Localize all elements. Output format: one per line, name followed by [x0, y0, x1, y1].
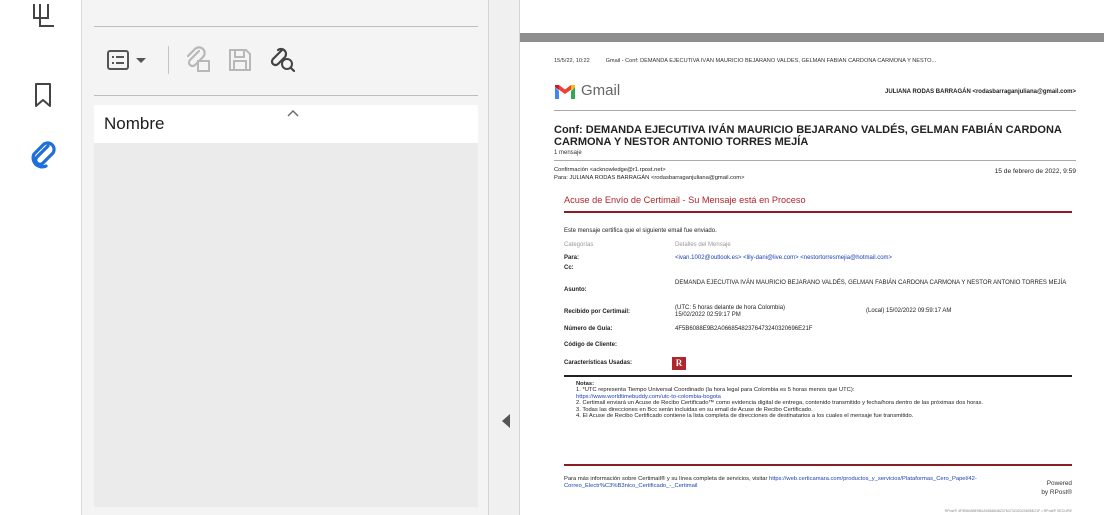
recibido-label: Recibido por Certimail: — [564, 309, 631, 315]
registered-badge: R — [672, 357, 686, 370]
footer-info: Para más información sobre Certimail® y … — [564, 476, 769, 482]
asunto-label: Asunto: — [564, 287, 587, 293]
divider — [94, 26, 478, 27]
save-attachment-button[interactable] — [221, 41, 259, 79]
recibido-utc-note: (UTC: 5 horas delante de hora Colombia) — [675, 305, 786, 311]
search-attachment-icon — [270, 47, 296, 73]
footer-text: Para más información sobre Certimail® y … — [564, 476, 1004, 490]
print-title: Gmail - Conf: DEMANDA EJECUTIVA IVÁN MAU… — [605, 58, 937, 64]
page-separator — [520, 33, 1104, 42]
guia-label: Número de Guía: — [564, 326, 613, 332]
email-to: Para: JULIANA RODAS BARRAGÁN <rodasbarra… — [554, 175, 745, 181]
divider — [564, 464, 1072, 466]
open-attachment-button[interactable] — [179, 41, 217, 79]
navigation-rail — [0, 0, 82, 515]
col-details: Detalles del Mensaje — [675, 242, 731, 248]
sort-ascending-icon[interactable] — [286, 108, 300, 118]
gmail-logo-icon — [555, 85, 575, 99]
attachments-list: Nombre — [94, 105, 478, 507]
paperclip-icon[interactable] — [26, 138, 60, 172]
page-footer-url: RPost® 4F5B6088E9B2A06685482376473240320… — [944, 509, 1072, 513]
attachments-toolbar — [104, 40, 301, 80]
divider — [554, 160, 1076, 161]
divider — [554, 110, 1076, 111]
para-value[interactable]: <ivan.1002@outlook.es> <lily-dani@live.c… — [675, 255, 1070, 262]
divider — [94, 95, 478, 96]
message-count: 1 mensaje — [554, 150, 582, 156]
save-attachment-icon — [229, 49, 251, 71]
divider — [564, 211, 1072, 213]
powered-by: Powered by RPost® — [1041, 479, 1072, 497]
pdf-page: 15/5/22, 10:22 Gmail - Conf: DEMANDA EJE… — [554, 52, 1076, 515]
gmail-header: Gmail JULIANA RODAS BARRAGÁN <rodasbarra… — [554, 82, 1076, 102]
column-label: Nombre — [104, 114, 165, 133]
col-categories: Categorías — [564, 242, 594, 248]
document-viewer[interactable]: 15/5/22, 10:22 Gmail - Conf: DEMANDA EJE… — [520, 0, 1104, 515]
toolbar-divider — [168, 46, 169, 74]
notes-section: Notas: 1. *UTC representa Tiempo Univers… — [576, 381, 1070, 419]
options-menu-icon — [107, 50, 146, 70]
email-date: 15 de febrero de 2022, 9:59 — [994, 168, 1076, 175]
para-label: Para: — [564, 255, 580, 261]
column-header-name[interactable]: Nombre — [94, 105, 478, 143]
collapse-panel-icon[interactable] — [500, 413, 512, 429]
note-4: 4. El Acuse de Recibo Certificado contie… — [576, 413, 914, 420]
divider — [564, 375, 1072, 377]
bookmark-icon[interactable] — [26, 78, 60, 112]
gmail-user: JULIANA RODAS BARRAGÁN <rodasbarraganjul… — [885, 89, 1076, 95]
cc-label: Cc: — [564, 265, 574, 271]
options-menu-button[interactable] — [104, 41, 158, 79]
acuse-title: Acuse de Envío de Certimail - Su Mensaje… — [564, 195, 806, 205]
recibido-utc-time: 15/02/2022 02:59:17 PM — [675, 312, 741, 318]
powered-line-2: by RPost® — [1041, 489, 1072, 496]
print-header: 15/5/22, 10:22 Gmail - Conf: DEMANDA EJE… — [554, 58, 1076, 64]
email-subject: Conf: DEMANDA EJECUTIVA IVÁN MAURICIO BE… — [554, 124, 1062, 148]
print-date: 15/5/22, 10:22 — [554, 58, 590, 64]
panel-splitter[interactable] — [488, 0, 520, 515]
caracteristicas-label: Características Usadas: — [564, 360, 633, 366]
cliente-label: Código de Cliente: — [564, 342, 617, 348]
gmail-wordmark: Gmail — [581, 82, 621, 99]
certification-text: Este mensaje certifica que el siguiente … — [564, 228, 717, 234]
copy-pages-icon[interactable] — [26, 0, 60, 34]
email-from: Confirmación <acknowledge@r1.rpost.net> — [554, 167, 666, 173]
guia-value: 4F5B6088E9B2A06685482376473240320696E21F — [675, 326, 813, 332]
recibido-utc: (UTC: 5 horas delante de hora Colombia) … — [675, 305, 855, 319]
asunto-value: DEMANDA EJECUTIVA IVÁN MAURICIO BEJARANO… — [675, 280, 1067, 286]
recibido-local: (Local) 15/02/2022 09:59:17 AM — [866, 308, 952, 314]
search-attachment-button[interactable] — [263, 41, 301, 79]
powered-line-1: Powered — [1046, 480, 1072, 487]
attachments-panel: Nombre — [82, 0, 488, 515]
open-attachment-icon — [186, 46, 210, 72]
